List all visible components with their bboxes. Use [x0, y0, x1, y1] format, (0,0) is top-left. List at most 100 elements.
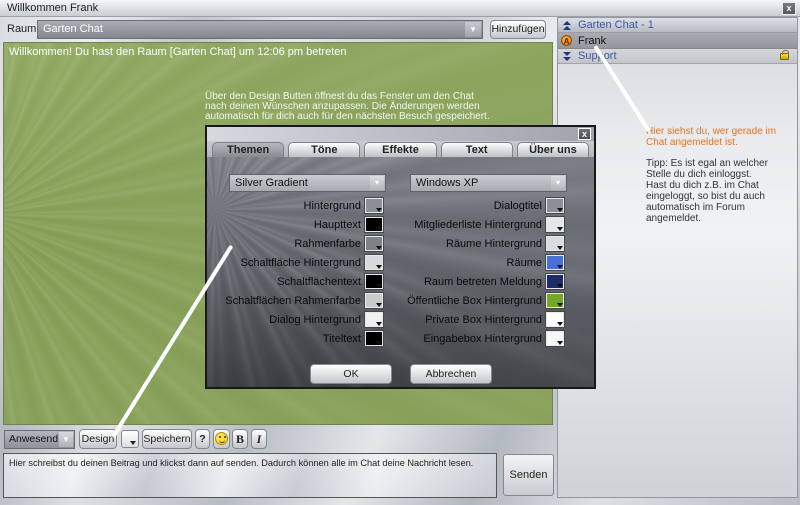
design-info-text: Über den Design Butten öffnest du das Fe…: [205, 92, 491, 122]
room-group-row[interactable]: Garten Chat - 1: [558, 18, 797, 33]
chevron-down-icon[interactable]: ▾: [370, 176, 384, 190]
color-swatch-button[interactable]: [546, 198, 564, 213]
dialog-tab-effekte[interactable]: Effekte: [364, 142, 436, 157]
color-setting-row: Rahmenfarbe: [207, 235, 385, 254]
color-swatch-button[interactable]: [546, 274, 564, 289]
color-swatch-button[interactable]: [365, 217, 383, 232]
design-dialog: x Themen Töne Effekte Text Über uns Silver G…: [205, 125, 596, 389]
color-swatch-button[interactable]: [365, 312, 383, 327]
color-setting-label: Raum betreten Meldung: [424, 276, 542, 288]
color-swatch-button[interactable]: [365, 293, 383, 308]
right-settings-column: Dialogtitel Mitgliederliste Hintergrund Rä…: [385, 197, 566, 349]
color-swatch-button[interactable]: [365, 255, 383, 270]
emoticon-button[interactable]: [213, 429, 230, 449]
support-group-row[interactable]: Support: [558, 49, 797, 64]
color-swatch-button[interactable]: [546, 293, 564, 308]
color-setting-row: Dialogtitel: [385, 197, 566, 216]
color-setting-row: Räume Hintergrund: [385, 235, 566, 254]
room-select-value: Garten Chat: [43, 23, 103, 35]
save-button[interactable]: Speichern: [142, 429, 192, 449]
member-avatar: A: [561, 35, 572, 46]
status-select[interactable]: Anwesend ▾: [4, 430, 75, 449]
color-setting-label: Rahmenfarbe: [294, 238, 361, 250]
color-setting-row: Schaltflächen Rahmenfarbe: [207, 292, 385, 311]
left-settings-column: Hintergrund Haupttext Rahmenfarbe Schaltflä…: [207, 197, 385, 349]
ok-button[interactable]: OK: [310, 364, 392, 384]
color-setting-label: Haupttext: [314, 219, 361, 231]
window-close-icon[interactable]: x: [782, 2, 796, 15]
expand-icon[interactable]: [563, 49, 571, 63]
dialog-tab-über-uns[interactable]: Über uns: [517, 142, 589, 157]
color-setting-row: Raum betreten Meldung: [385, 273, 566, 292]
chevron-down-icon[interactable]: ▾: [465, 22, 481, 37]
dialog-tab-text[interactable]: Text: [441, 142, 513, 157]
color-swatch-button[interactable]: [365, 274, 383, 289]
color-setting-label: Räume Hintergrund: [446, 238, 542, 250]
theme-select[interactable]: Silver Gradient ▾: [229, 174, 386, 192]
color-setting-label: Mitgliederliste Hintergrund: [414, 219, 542, 231]
status-select-value: Anwesend: [9, 433, 58, 445]
chevron-down-icon[interactable]: ▾: [551, 176, 565, 190]
color-setting-row: Private Box Hintergrund: [385, 311, 566, 330]
color-setting-row: Öffentliche Box Hintergrund: [385, 292, 566, 311]
sidebar-tip: Tipp: Es ist egal an welcher Stelle du d…: [646, 158, 772, 224]
window-title: Willkommen Frank: [7, 2, 98, 14]
color-setting-row: Räume: [385, 254, 566, 273]
preset-select-value: Windows XP: [416, 177, 478, 189]
theme-select-value: Silver Gradient: [235, 177, 308, 189]
color-setting-row: Schaltflächentext: [207, 273, 385, 292]
room-label: Raum: [7, 23, 36, 35]
smiley-icon: [215, 432, 228, 445]
send-button[interactable]: Senden: [503, 454, 554, 496]
bold-button[interactable]: B: [232, 429, 248, 449]
room-select[interactable]: Garten Chat ▾: [37, 20, 483, 39]
color-setting-label: Private Box Hintergrund: [425, 314, 542, 326]
color-setting-row: Dialog Hintergrund: [207, 311, 385, 330]
color-swatch-button[interactable]: [546, 217, 564, 232]
color-setting-row: Schaltfläche Hintergrund: [207, 254, 385, 273]
color-setting-label: Hintergrund: [304, 200, 361, 212]
color-swatch-button[interactable]: [546, 255, 564, 270]
color-swatch-button[interactable]: [365, 198, 383, 213]
color-setting-label: Schaltfläche Hintergrund: [241, 257, 361, 269]
dialog-titlebar: x: [207, 127, 594, 141]
color-setting-label: Öffentliche Box Hintergrund: [407, 295, 542, 307]
help-button[interactable]: ?: [195, 429, 210, 449]
dialog-tab-themen[interactable]: Themen: [212, 142, 284, 157]
color-setting-row: Mitgliederliste Hintergrund: [385, 216, 566, 235]
chevron-down-icon[interactable]: ▾: [59, 432, 73, 447]
add-room-button[interactable]: Hinzufügen: [490, 20, 546, 39]
dialog-close-icon[interactable]: x: [578, 128, 591, 140]
message-input[interactable]: Hier schreibst du deinen Beitrag und kli…: [3, 453, 497, 498]
color-swatch-button[interactable]: [546, 236, 564, 251]
design-button[interactable]: Design: [79, 429, 117, 449]
member-name: Frank: [578, 33, 606, 49]
cancel-button[interactable]: Abbrechen: [410, 364, 492, 384]
dialog-tabs: Themen Töne Effekte Text Über uns: [207, 141, 594, 157]
color-picker-button[interactable]: [121, 430, 139, 448]
color-swatch-button[interactable]: [365, 236, 383, 251]
color-setting-label: Dialogtitel: [494, 200, 542, 212]
color-swatch-button[interactable]: [546, 312, 564, 327]
color-setting-row: Eingabebox Hintergrund: [385, 330, 566, 349]
color-setting-row: Haupttext: [207, 216, 385, 235]
lock-icon: [780, 53, 789, 60]
color-setting-row: Hintergrund: [207, 197, 385, 216]
window-titlebar: Willkommen Frank x: [0, 0, 800, 17]
welcome-message: Willkommen! Du hast den Raum [Garten Cha…: [9, 46, 347, 58]
color-setting-label: Schaltflächen Rahmenfarbe: [225, 295, 361, 307]
preset-select[interactable]: Windows XP ▾: [410, 174, 567, 192]
color-setting-row: Titeltext: [207, 330, 385, 349]
color-setting-label: Dialog Hintergrund: [269, 314, 361, 326]
color-setting-label: Titeltext: [323, 333, 361, 345]
collapse-icon[interactable]: [563, 18, 571, 32]
color-swatch-button[interactable]: [365, 331, 383, 346]
color-setting-label: Eingabebox Hintergrund: [423, 333, 542, 345]
italic-button[interactable]: I: [251, 429, 267, 449]
sidebar-note-highlight: Hier siehst du, wer gerade im Chat angem…: [646, 126, 796, 148]
room-group-label: Garten Chat - 1: [578, 18, 654, 33]
color-swatch-button[interactable]: [546, 331, 564, 346]
color-setting-label: Schaltflächentext: [277, 276, 361, 288]
color-setting-label: Räume: [507, 257, 542, 269]
dialog-tab-töne[interactable]: Töne: [288, 142, 360, 157]
